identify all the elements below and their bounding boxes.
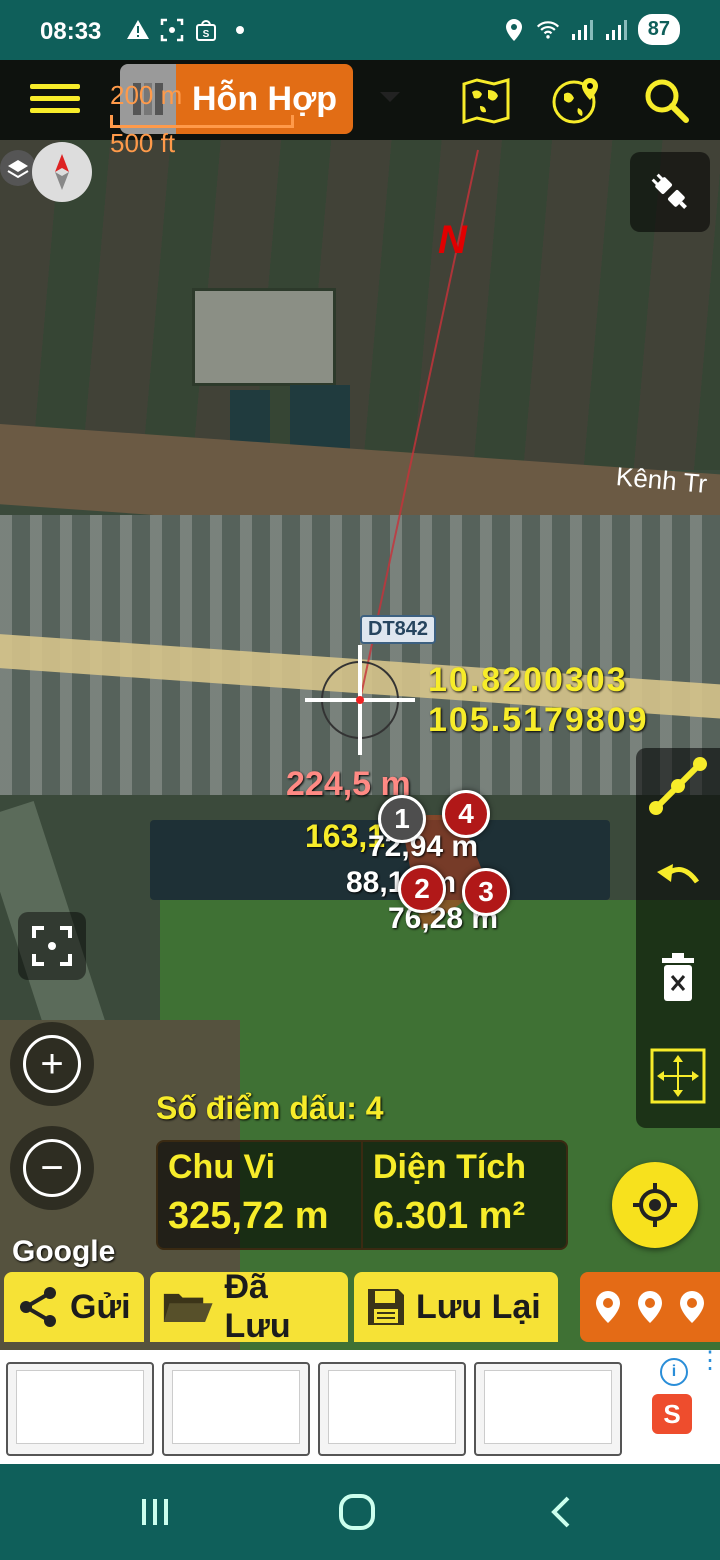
- perimeter-label: Chu Vi: [168, 1148, 276, 1186]
- perimeter-value: 325,72 m: [168, 1195, 329, 1237]
- signal-icon: [570, 18, 594, 42]
- menu-icon: [30, 84, 80, 113]
- plug-icon: [651, 173, 687, 209]
- shop-logo-icon[interactable]: S: [652, 1394, 692, 1434]
- navigation-bar: [0, 1464, 720, 1560]
- dot-icon: [228, 18, 252, 42]
- signal2-icon: [604, 18, 628, 42]
- longitude-value: 105.5179809: [428, 701, 649, 739]
- shop-icon: S: [194, 18, 218, 42]
- road-label: DT842: [360, 615, 437, 644]
- focus-icon: [32, 926, 72, 966]
- pin-icon: [596, 1291, 620, 1323]
- folder-icon: [163, 1293, 213, 1322]
- info-icon[interactable]: i: [660, 1358, 688, 1386]
- send-button[interactable]: Gửi: [4, 1272, 144, 1342]
- pin-icon: [680, 1291, 704, 1323]
- markers-button[interactable]: [580, 1272, 720, 1342]
- my-location-button[interactable]: [612, 1162, 698, 1248]
- ad-banner[interactable]: i ⋮ S: [0, 1349, 720, 1464]
- area-value: 6.301 m²: [373, 1195, 526, 1237]
- more-options-icon[interactable]: ⋮: [698, 1349, 720, 1373]
- crosshair-icon: [305, 645, 415, 755]
- location-icon: [502, 18, 526, 42]
- top-toolbar: Hỗn Hợp: [0, 60, 720, 140]
- marker-pin[interactable]: 2: [398, 865, 446, 913]
- wifi-icon: [536, 18, 560, 42]
- save-label: Lưu Lại: [416, 1287, 541, 1326]
- undo-button[interactable]: [644, 848, 712, 908]
- saved-label: Đã Lưu: [224, 1268, 291, 1345]
- ad-product-image[interactable]: [318, 1362, 466, 1456]
- measurement-panel: Chu Vi 325,72 m Diện Tích 6.301 m²: [156, 1140, 568, 1250]
- status-notification-icons: S: [126, 18, 252, 42]
- compass-icon: [55, 154, 69, 190]
- ad-product-image[interactable]: [162, 1362, 310, 1456]
- fullscreen-button[interactable]: [18, 912, 86, 980]
- google-attribution: Google: [12, 1235, 116, 1268]
- marker-pin[interactable]: 4: [442, 790, 490, 838]
- home-icon: [339, 1494, 375, 1530]
- saved-button[interactable]: Đã Lưu: [150, 1268, 348, 1345]
- area-label: Diện Tích: [373, 1148, 527, 1186]
- ad-product-image[interactable]: [474, 1362, 622, 1456]
- polyline-icon: [649, 757, 707, 815]
- back-icon: [551, 1496, 570, 1528]
- zoom-in-button[interactable]: +: [10, 1022, 94, 1106]
- marks-label: Số điểm dấu:: [156, 1090, 357, 1126]
- north-indicator: N: [438, 218, 467, 262]
- marker-pin[interactable]: 3: [462, 868, 510, 916]
- globe-pin-icon[interactable]: [550, 74, 602, 126]
- battery-level: 87: [637, 14, 680, 45]
- back-button[interactable]: [536, 1492, 586, 1532]
- minus-icon: −: [23, 1139, 81, 1197]
- expand-icon: [650, 1048, 706, 1104]
- undo-icon: [657, 864, 700, 884]
- fit-bounds-button[interactable]: [644, 1044, 712, 1108]
- plus-icon: +: [23, 1035, 81, 1093]
- edit-tools-panel: [636, 748, 720, 1128]
- menu-button[interactable]: [30, 80, 80, 120]
- world-map-icon[interactable]: [460, 74, 512, 126]
- scale-metric: 200 m: [110, 80, 183, 110]
- zoom-out-button[interactable]: −: [10, 1126, 94, 1210]
- marker-pin[interactable]: 1: [378, 795, 426, 843]
- alert-icon: [126, 18, 150, 42]
- home-button[interactable]: [332, 1492, 382, 1532]
- chevron-down-icon[interactable]: [380, 92, 400, 102]
- edit-path-button[interactable]: [644, 752, 712, 820]
- bottom-action-bar: Gửi Đã Lưu Lưu Lại: [0, 1268, 720, 1345]
- area-stat: Diện Tích 6.301 m²: [361, 1142, 566, 1248]
- send-label: Gửi: [70, 1287, 131, 1326]
- compass-button[interactable]: [32, 142, 92, 202]
- perimeter-stat: Chu Vi 325,72 m: [158, 1142, 361, 1248]
- scale-bar: [110, 115, 294, 128]
- trash-icon: [662, 953, 694, 1001]
- search-icon[interactable]: [640, 74, 692, 126]
- screenshot-icon: [160, 18, 184, 42]
- recent-apps-button[interactable]: [130, 1492, 180, 1532]
- pin-icon: [638, 1291, 662, 1323]
- marks-count: Số điểm dấu: 4: [156, 1090, 384, 1127]
- ad-product-image[interactable]: [6, 1362, 154, 1456]
- delete-button[interactable]: [644, 948, 712, 1008]
- target-icon: [633, 1183, 677, 1227]
- svg-text:S: S: [203, 29, 210, 40]
- status-time: 08:33: [40, 18, 102, 45]
- center-coordinates: 10.8200303 105.5179809: [428, 660, 649, 740]
- share-icon: [20, 1287, 56, 1327]
- recent-apps-icon: [142, 1499, 168, 1525]
- save-button[interactable]: Lưu Lại: [354, 1272, 558, 1342]
- scale-imperial: 500 ft: [110, 128, 176, 158]
- status-bar: 08:33 S 87: [0, 0, 720, 60]
- latitude-value: 10.8200303: [428, 661, 628, 699]
- marks-value: 4: [365, 1090, 384, 1126]
- status-system-icons: 87: [502, 14, 680, 45]
- floppy-icon: [368, 1289, 404, 1325]
- disconnect-button[interactable]: [630, 152, 710, 232]
